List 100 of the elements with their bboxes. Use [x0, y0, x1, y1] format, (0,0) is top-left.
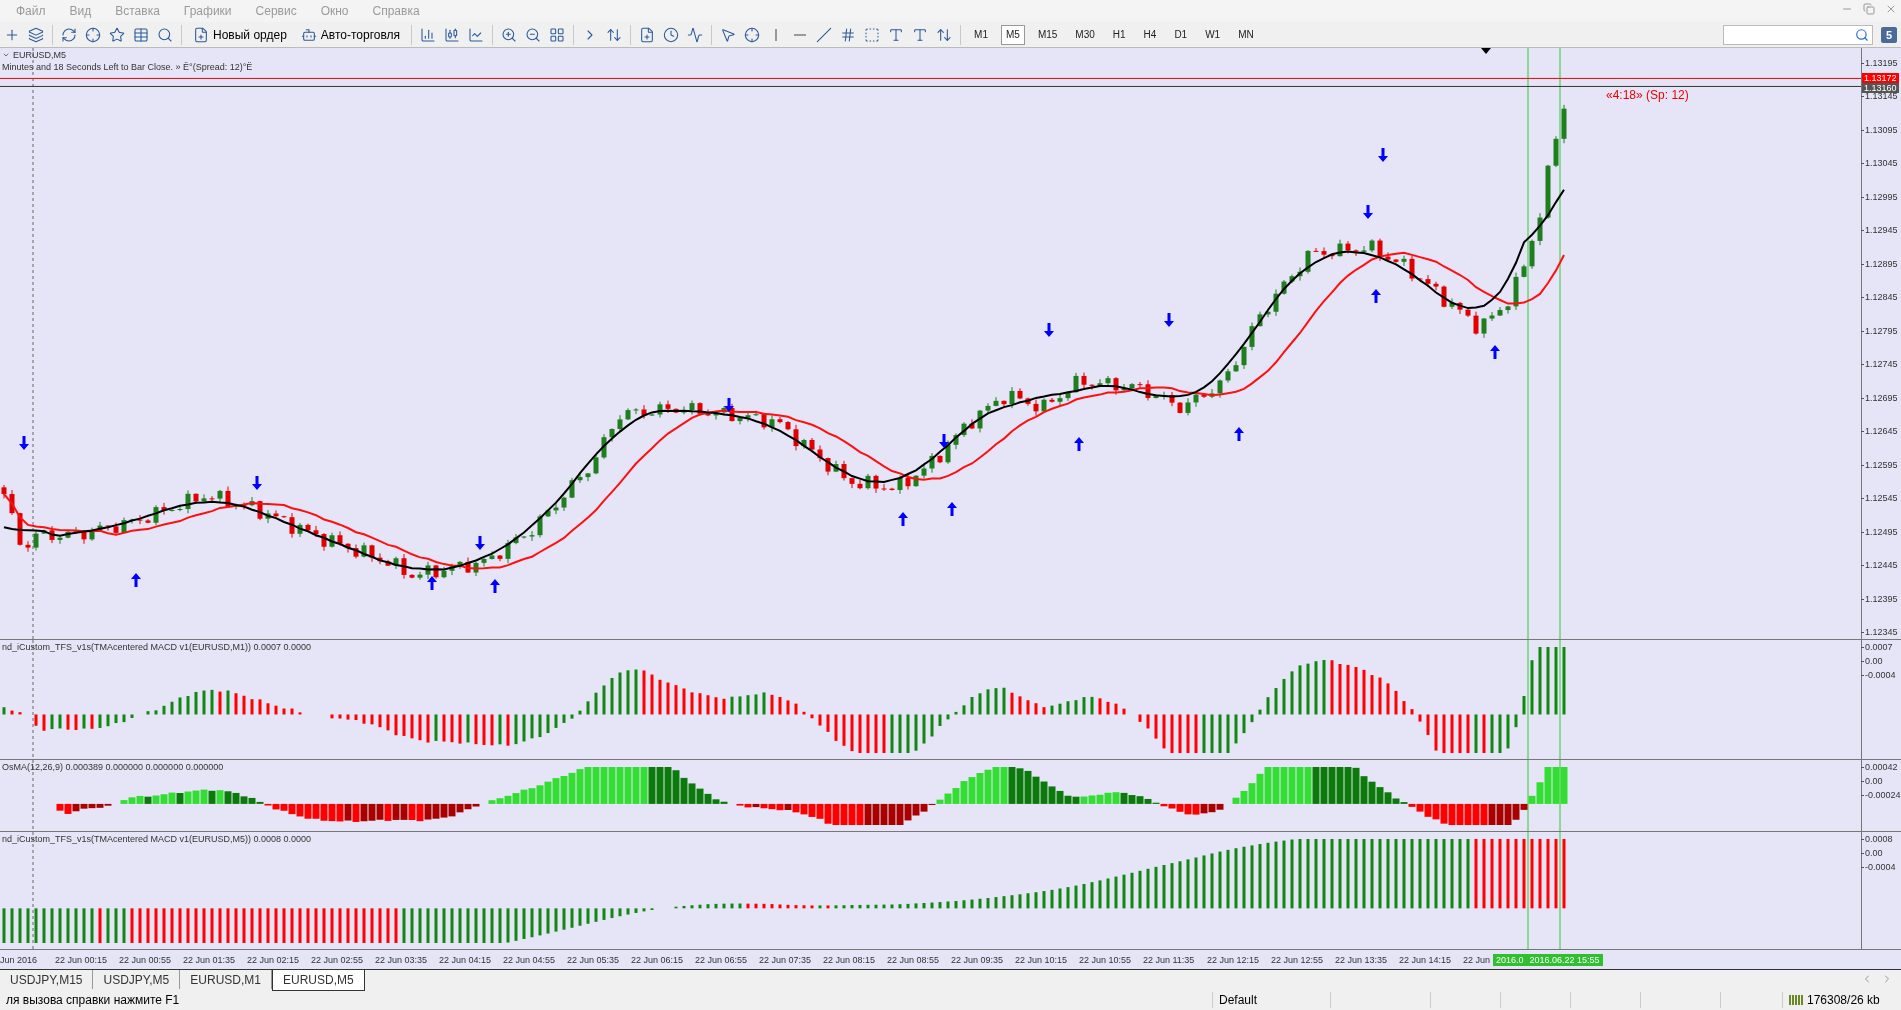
time-axis-label: 22 Jun — [1463, 954, 1492, 965]
timeframe-button[interactable]: W1 — [1200, 24, 1226, 45]
bar-timer-text: Minutes and 18 Seconds Left to Bar Close. » Ë°(Spread: 12)°Ë — [2, 62, 253, 72]
chart-tab[interactable]: USDJPY,M5 — [93, 970, 181, 989]
notification-badge[interactable]: 5 — [1880, 26, 1897, 43]
time-axis-label: 22 Jun 13:35 — [1335, 954, 1389, 965]
timeframe-button[interactable]: M30 — [1070, 24, 1100, 45]
time-axis-label: 22 Jun 05:35 — [567, 954, 621, 965]
timeframe-button[interactable]: D1 — [1169, 24, 1193, 45]
chart-title: EURUSD,M5 — [13, 50, 66, 60]
time-axis-label: 22 Jun 03:35 — [375, 954, 429, 965]
time-axis-label: 22 Jun 00:55 — [119, 954, 173, 965]
time-axis-label: 22 Jun 10:55 — [1079, 954, 1133, 965]
star-icon[interactable] — [109, 26, 125, 43]
table-icon[interactable] — [133, 26, 149, 43]
down-arrow-icon — [1378, 148, 1388, 162]
timer-label: «4:18» (Sp: 12) — [1606, 88, 1689, 102]
trend-line-icon[interactable] — [816, 26, 833, 43]
timeframe-button[interactable]: M1 — [969, 24, 993, 45]
connection-bars-icon — [1789, 995, 1803, 1005]
search-field[interactable] — [1722, 24, 1873, 45]
search-icon — [1854, 27, 1869, 42]
candlestick-icon[interactable] — [444, 26, 461, 43]
timeframe-button[interactable]: M15 — [1032, 24, 1063, 45]
time-axis-label: 22 Jun 02:55 — [311, 954, 365, 965]
indicator-axis-label: 0.0008 — [1862, 832, 1901, 846]
zoom-out-icon[interactable] — [525, 26, 542, 43]
indicator-axis-label: -0.0004 — [1862, 860, 1901, 875]
down-arrow-icon — [724, 398, 734, 412]
price-axis-label: 1.12395 — [1862, 591, 1901, 606]
crosshair-icon[interactable] — [85, 26, 101, 43]
time-axis-label: 22 Jun 07:35 — [759, 954, 813, 965]
price-axis-label: 1.12545 — [1862, 491, 1901, 506]
time-axis-label: 22 Jun 10:15 — [1015, 954, 1069, 965]
layers-icon[interactable] — [28, 26, 44, 43]
price-axis-label: 1.12795 — [1862, 323, 1901, 338]
zoom-in-icon[interactable] — [501, 26, 518, 43]
down-arrow-icon — [939, 434, 949, 448]
timeframe-button[interactable]: H1 — [1107, 24, 1131, 45]
indicator-axis-label: -0.00024 — [1862, 788, 1901, 802]
price-axis-label: 1.12995 — [1862, 189, 1901, 204]
clock-icon[interactable] — [663, 26, 680, 43]
new-order-button[interactable]: Новый ордер — [190, 23, 290, 46]
indicator-label: nd_iCustom_TFS_v1s(TMAcentered MACD v1(EURUSD,M1)) 0.0007 0.0000 — [2, 642, 312, 652]
time-axis-label: 22 Jun 08:55 — [887, 954, 941, 965]
down-arrow-icon — [19, 436, 29, 450]
grid-icon[interactable] — [549, 26, 566, 43]
price-axis-label: 1.12595 — [1862, 457, 1901, 472]
bar-chart-icon[interactable] — [420, 26, 437, 43]
up-arrow-icon — [427, 576, 437, 590]
up-arrow-icon — [1490, 345, 1500, 359]
refresh-icon[interactable] — [61, 26, 77, 43]
time-axis-label: 22 Jun 09:35 — [951, 954, 1005, 965]
time-axis-label: 22 Jun 08:15 — [823, 954, 877, 965]
up-arrow-icon — [1371, 289, 1381, 303]
down-arrow-icon — [475, 536, 485, 550]
time-axis-label: 22 Jun 14:15 — [1399, 954, 1453, 965]
price-axis-label: 1.12645 — [1862, 424, 1901, 439]
document-plus-icon — [193, 26, 209, 43]
time-axis-label: 22 Jun 12:15 — [1207, 954, 1261, 965]
crosshair-tool-icon[interactable] — [744, 26, 761, 43]
down-arrow-icon — [1164, 313, 1174, 327]
time-axis-label: 22 Jun 04:55 — [503, 954, 557, 965]
auto-trading-button[interactable]: Авто-торговля — [297, 23, 404, 46]
price-axis-label: 1.13195 — [1862, 56, 1901, 70]
price-axis-label: 1.12445 — [1862, 558, 1901, 573]
chart-tab[interactable]: USDJPY,M15 — [0, 970, 94, 989]
pointer-icon[interactable] — [720, 26, 737, 43]
timeframe-button[interactable]: H4 — [1138, 24, 1162, 45]
price-axis-label: 1.12345 — [1862, 624, 1901, 639]
chart-tab[interactable]: EURUSD,M5 — [272, 970, 365, 991]
time-axis-label: 22 Jun 12:55 — [1271, 954, 1325, 965]
text-icon[interactable] — [888, 26, 905, 43]
price-axis-label: 1.12945 — [1862, 223, 1901, 238]
line-chart-icon[interactable] — [468, 26, 485, 43]
chart-tab[interactable]: EURUSD,M1 — [180, 970, 272, 989]
price-axis-label: 1.12695 — [1862, 390, 1901, 405]
time-axis-label: 22 Jun 02:15 — [247, 954, 301, 965]
up-arrow-icon — [490, 579, 500, 593]
time-axis-label: 22 Jun 00:15 — [55, 954, 109, 965]
arrows-icon[interactable] — [936, 26, 953, 43]
price-axis-label: 1.12845 — [1862, 290, 1901, 305]
price-axis-label: 1.12745 — [1862, 357, 1901, 372]
close-icon[interactable] — [1885, 3, 1897, 15]
indicator-label: nd_iCustom_TFS_v1s(TMAcentered MACD v1(EURUSD,M5)) 0.0008 0.0000 — [2, 834, 312, 844]
caret-icon — [2, 51, 10, 59]
search-icon[interactable] — [157, 26, 173, 43]
traffic-text: 176308/26 kb — [1807, 992, 1880, 1008]
price-axis-label: 1.12895 — [1862, 256, 1901, 271]
up-arrow-icon — [1234, 427, 1244, 441]
status-hint: ля вызова справки нажмите F1 — [5, 992, 181, 1008]
robot-icon — [300, 26, 317, 43]
indicator-axis-label: 0.00 — [1862, 774, 1901, 788]
price-axis-label: 1.13095 — [1862, 122, 1901, 137]
time-axis-label: 22 Jun 01:35 — [183, 954, 237, 965]
cursor-time-label: 2016.06.22 15:55 — [1526, 953, 1603, 966]
timeframe-button[interactable]: MN — [1233, 24, 1259, 45]
indicator-axis-label: 0.00042 — [1862, 760, 1901, 774]
cursor-time-label: 2016.0 — [1493, 953, 1527, 966]
timeframe-button[interactable]: M5 — [1000, 24, 1025, 45]
